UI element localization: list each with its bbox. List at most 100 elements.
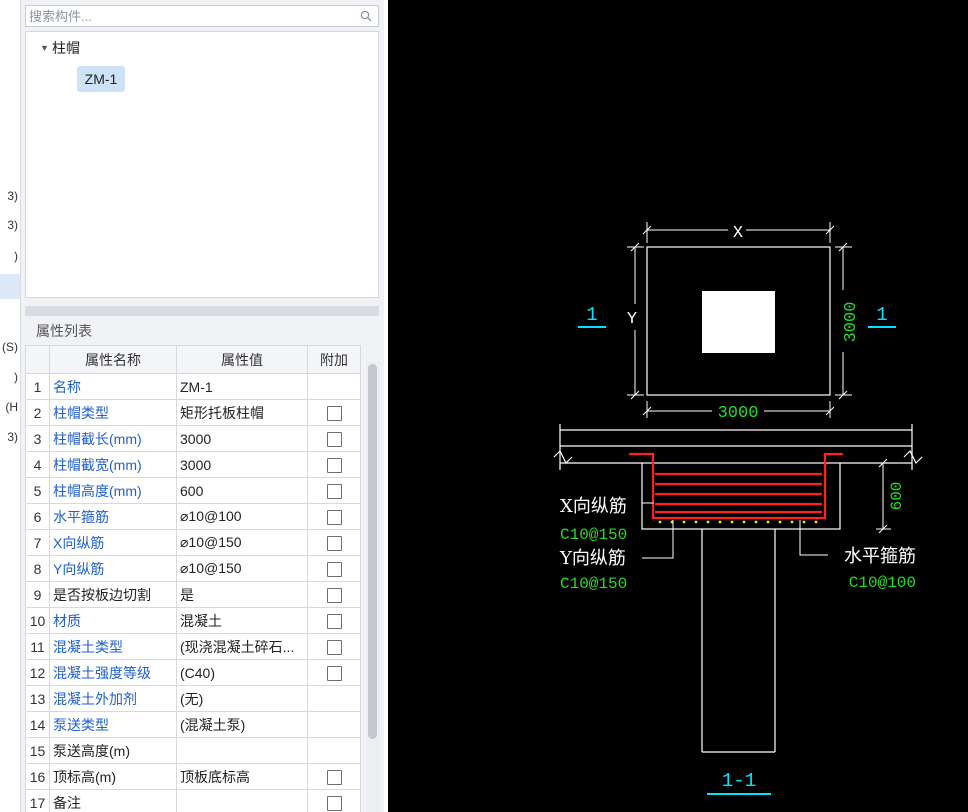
plan-dim-right-value: 3000 bbox=[842, 302, 861, 343]
rebar-dot bbox=[706, 520, 710, 524]
header-extra: 附加 bbox=[307, 345, 361, 374]
attach-checkbox[interactable] bbox=[326, 795, 342, 811]
property-name: 混凝土外加剂 bbox=[49, 685, 177, 712]
attach-checkbox[interactable] bbox=[326, 535, 342, 551]
clipped-nav-text: 3) bbox=[7, 189, 18, 203]
property-row-index: 4 bbox=[25, 451, 50, 478]
caret-down-icon[interactable]: ▼ bbox=[40, 43, 52, 53]
property-name: 柱帽高度(mm) bbox=[49, 477, 177, 504]
property-row[interactable]: 17 备注 bbox=[25, 789, 361, 812]
attach-checkbox[interactable] bbox=[326, 431, 342, 447]
property-value[interactable]: (C40) bbox=[176, 659, 308, 686]
rebar-dot bbox=[778, 520, 782, 524]
property-row-index: 5 bbox=[25, 477, 50, 504]
rebar-dot bbox=[754, 520, 758, 524]
property-value[interactable] bbox=[176, 789, 308, 812]
property-extra-cell bbox=[307, 425, 361, 452]
property-extra-cell bbox=[307, 633, 361, 660]
property-name: X向纵筋 bbox=[49, 529, 177, 556]
property-name: 水平箍筋 bbox=[49, 503, 177, 530]
property-row[interactable]: 2 柱帽类型 矩形托板柱帽 bbox=[25, 399, 361, 426]
property-value[interactable]: (混凝土泵) bbox=[176, 711, 308, 738]
property-name: 是否按板边切割 bbox=[49, 581, 177, 608]
property-row[interactable]: 6 水平箍筋 ⌀10@100 bbox=[25, 503, 361, 530]
search-icon[interactable] bbox=[360, 10, 372, 22]
property-name: 泵送高度(m) bbox=[49, 737, 177, 764]
property-row[interactable]: 11 混凝土类型 (现浇混凝土碎石... bbox=[25, 633, 361, 660]
attach-checkbox[interactable] bbox=[326, 483, 342, 499]
attach-checkbox[interactable] bbox=[326, 509, 342, 525]
property-value[interactable]: 矩形托板柱帽 bbox=[176, 399, 308, 426]
property-row[interactable]: 12 混凝土强度等级 (C40) bbox=[25, 659, 361, 686]
property-value[interactable]: (现浇混凝土碎石... bbox=[176, 633, 308, 660]
property-row[interactable]: 13 混凝土外加剂 (无) bbox=[25, 685, 361, 712]
section-mark-right: 1 bbox=[876, 304, 887, 326]
label-x-rebar-spec: C10@150 bbox=[560, 526, 627, 544]
attach-checkbox[interactable] bbox=[326, 457, 342, 473]
section-column bbox=[701, 529, 776, 753]
rebar-dot bbox=[694, 520, 698, 524]
attach-checkbox[interactable] bbox=[326, 769, 342, 785]
property-row[interactable]: 8 Y向纵筋 ⌀10@150 bbox=[25, 555, 361, 582]
label-stirrup-spec: C10@100 bbox=[849, 574, 916, 592]
property-value[interactable] bbox=[176, 737, 308, 764]
property-row[interactable]: 5 柱帽高度(mm) 600 bbox=[25, 477, 361, 504]
attach-checkbox[interactable] bbox=[326, 561, 342, 577]
component-search-input[interactable] bbox=[26, 6, 346, 26]
property-extra-cell bbox=[307, 373, 361, 400]
panel-splitter[interactable] bbox=[25, 306, 379, 316]
property-name: 柱帽截长(mm) bbox=[49, 425, 177, 452]
header-property-value: 属性值 bbox=[176, 345, 308, 374]
property-extra-cell bbox=[307, 477, 361, 504]
property-value[interactable]: 3000 bbox=[176, 425, 308, 452]
property-row[interactable]: 10 材质 混凝土 bbox=[25, 607, 361, 634]
property-row-index: 10 bbox=[25, 607, 50, 634]
property-value[interactable]: ZM-1 bbox=[176, 373, 308, 400]
property-row-index: 2 bbox=[25, 399, 50, 426]
attach-checkbox[interactable] bbox=[326, 613, 342, 629]
tree-group-column-cap[interactable]: ▼ 柱帽 bbox=[40, 38, 80, 58]
clipped-nav-text: (H bbox=[5, 400, 18, 414]
attach-checkbox[interactable] bbox=[326, 665, 342, 681]
property-row[interactable]: 14 泵送类型 (混凝土泵) bbox=[25, 711, 361, 738]
property-value[interactable]: 顶板底标高 bbox=[176, 763, 308, 790]
property-row[interactable]: 7 X向纵筋 ⌀10@150 bbox=[25, 529, 361, 556]
property-value[interactable]: 3000 bbox=[176, 451, 308, 478]
component-panel: ▼ 柱帽 ZM-1 属性列表 属性名称 属性值 附加 1名称ZM-12柱帽类型矩… bbox=[21, 0, 384, 812]
component-tree: ▼ 柱帽 ZM-1 bbox=[25, 31, 379, 298]
property-row[interactable]: 3 柱帽截长(mm) 3000 bbox=[25, 425, 361, 452]
property-value[interactable]: 混凝土 bbox=[176, 607, 308, 634]
tree-item-zm-1[interactable]: ZM-1 bbox=[77, 66, 125, 92]
property-extra-cell bbox=[307, 711, 361, 738]
property-value[interactable]: (无) bbox=[176, 685, 308, 712]
property-value[interactable]: ⌀10@100 bbox=[176, 503, 308, 530]
property-name: 混凝土类型 bbox=[49, 633, 177, 660]
plan-dim-x-label: X bbox=[733, 224, 743, 243]
property-value[interactable]: ⌀10@150 bbox=[176, 529, 308, 556]
property-row[interactable]: 9 是否按板边切割是 bbox=[25, 581, 361, 608]
property-row-index: 11 bbox=[25, 633, 50, 660]
attach-checkbox[interactable] bbox=[326, 405, 342, 421]
clipped-nav-text: ) bbox=[14, 249, 18, 263]
section-rebar bbox=[629, 452, 843, 520]
section-mark-left: 1 bbox=[586, 304, 597, 326]
attach-checkbox[interactable] bbox=[326, 587, 342, 603]
property-extra-cell bbox=[307, 529, 361, 556]
property-row-index: 3 bbox=[25, 425, 50, 452]
property-value[interactable]: 是 bbox=[176, 581, 308, 608]
label-stirrup: 水平箍筋 bbox=[844, 546, 916, 567]
property-row[interactable]: 15 泵送高度(m) bbox=[25, 737, 361, 764]
attach-checkbox[interactable] bbox=[326, 639, 342, 655]
property-row-index: 16 bbox=[25, 763, 50, 790]
properties-scrollbar-thumb[interactable] bbox=[368, 364, 377, 739]
property-row[interactable]: 1 名称 ZM-1 bbox=[25, 373, 361, 400]
property-row-index: 14 bbox=[25, 711, 50, 738]
property-value[interactable]: 600 bbox=[176, 477, 308, 504]
property-row[interactable]: 16 顶标高(m) 顶板底标高 bbox=[25, 763, 361, 790]
property-row[interactable]: 4 柱帽截宽(mm) 3000 bbox=[25, 451, 361, 478]
selected-nav-item[interactable] bbox=[0, 274, 20, 299]
rebar-dot bbox=[790, 520, 794, 524]
property-value[interactable]: ⌀10@150 bbox=[176, 555, 308, 582]
column-cap-drawing: X Y 3000 3000 1 1 600 X向纵筋 C10@150 Y向纵筋 … bbox=[553, 222, 923, 795]
section-dim-height-value: 600 bbox=[888, 482, 906, 511]
